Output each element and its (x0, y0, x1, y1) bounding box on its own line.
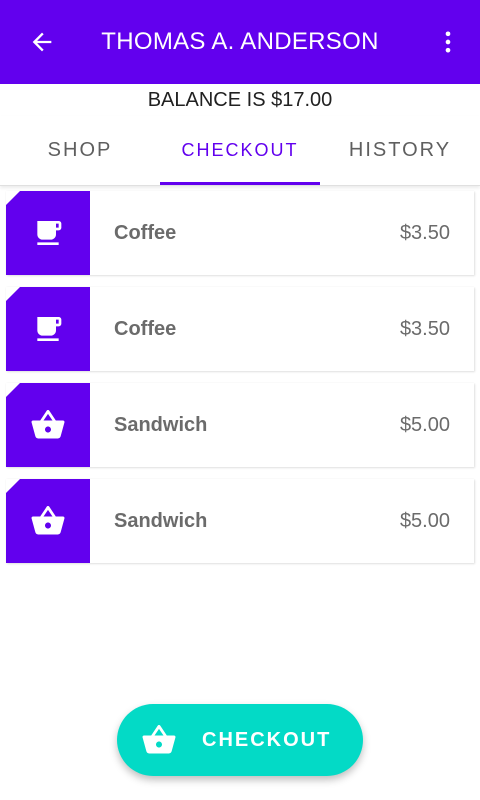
item-price: $3.50 (399, 221, 450, 244)
basket-icon (31, 410, 65, 439)
item-price: $3.50 (399, 317, 450, 340)
item-tile (6, 191, 90, 275)
item-tile (6, 383, 90, 467)
list-item[interactable]: Sandwich $5.00 (6, 479, 474, 563)
item-price: $5.00 (399, 413, 450, 436)
page-title: THOMAS A. ANDERSON (101, 28, 379, 55)
list-item[interactable]: Sandwich $5.00 (6, 383, 474, 467)
tab-shop[interactable]: SHOP (0, 116, 160, 185)
checkout-button[interactable]: CHECKOUT (117, 704, 363, 776)
item-name: Sandwich (114, 413, 208, 436)
list-item[interactable]: Coffee $3.50 (6, 191, 474, 275)
item-tile (6, 479, 90, 563)
basket-icon (141, 722, 177, 758)
more-options-button[interactable] (432, 22, 464, 62)
item-tile (6, 287, 90, 371)
item-price: $5.00 (399, 509, 450, 532)
tab-bar: SHOP CHECKOUT HISTORY (0, 116, 480, 186)
cart-list: Coffee $3.50 Coffee $3.50 Sandwich $5.00… (6, 191, 474, 575)
tab-history[interactable]: HISTORY (320, 116, 480, 185)
item-name: Sandwich (114, 509, 208, 532)
tab-checkout[interactable]: CHECKOUT (160, 116, 320, 185)
coffee-cup-icon (37, 317, 62, 341)
balance-text: BALANCE IS $17.00 (147, 88, 333, 111)
list-item[interactable]: Coffee $3.50 (6, 287, 474, 371)
more-vert-icon (445, 31, 451, 53)
basket-icon (31, 506, 65, 535)
item-name: Coffee (114, 221, 177, 244)
app-bar: THOMAS A. ANDERSON (0, 0, 480, 84)
item-name: Coffee (114, 317, 177, 340)
coffee-cup-icon (37, 221, 62, 245)
checkout-button-label: CHECKOUT (202, 728, 332, 751)
